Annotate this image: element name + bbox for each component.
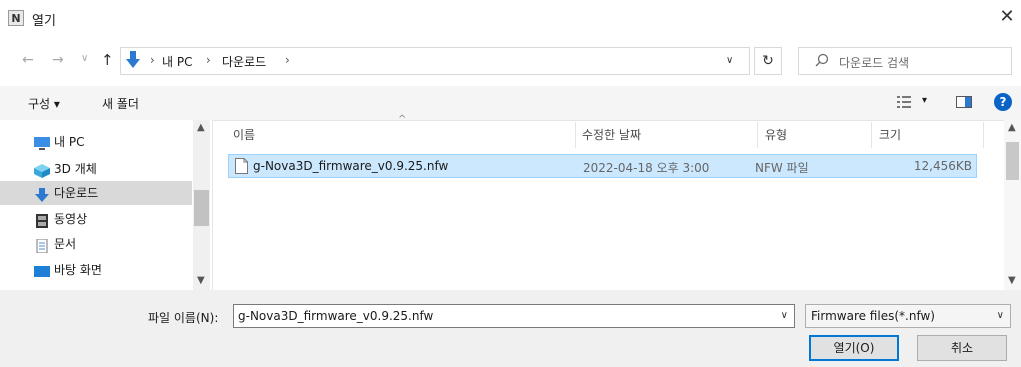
sidebar-item-downloads[interactable]: 다운로드 bbox=[0, 181, 192, 205]
search-placeholder: 다운로드 검색 bbox=[839, 56, 910, 70]
search-icon bbox=[815, 53, 829, 70]
file-icon bbox=[235, 158, 248, 177]
forward-arrow-icon[interactable]: → bbox=[52, 52, 64, 68]
sidebar-item-documents[interactable]: 문서 bbox=[0, 232, 192, 256]
view-options-icon[interactable] bbox=[897, 96, 911, 108]
filename-label: 파일 이름(N): bbox=[148, 311, 219, 325]
desktop-icon bbox=[34, 263, 50, 277]
toolbar bbox=[0, 86, 1021, 121]
up-arrow-icon[interactable]: ↑ bbox=[101, 51, 114, 69]
column-header-size[interactable]: 크기 bbox=[879, 122, 901, 148]
download-arrow-icon bbox=[34, 186, 50, 202]
column-divider[interactable] bbox=[871, 122, 872, 148]
filetype-select[interactable]: Firmware files(*.nfw) ∨ bbox=[805, 304, 1011, 328]
sidebar-item-label: 바탕 화면 bbox=[54, 263, 102, 277]
sidebar-item-label: 다운로드 bbox=[54, 186, 99, 200]
help-icon[interactable]: ? bbox=[994, 93, 1012, 111]
document-icon bbox=[34, 237, 50, 254]
column-header-type[interactable]: 유형 bbox=[765, 122, 787, 148]
view-dropdown-icon[interactable]: ▾ bbox=[922, 95, 927, 106]
file-row[interactable]: g-Nova3D_firmware_v0.9.25.nfw 2022-04-18… bbox=[228, 154, 977, 178]
scroll-thumb[interactable] bbox=[194, 190, 209, 226]
column-divider[interactable] bbox=[757, 122, 758, 148]
breadcrumb-downloads[interactable]: 다운로드 bbox=[222, 53, 266, 70]
scroll-up-icon[interactable]: ▲ bbox=[1008, 122, 1016, 133]
scroll-down-icon[interactable]: ▼ bbox=[1008, 275, 1016, 286]
organize-button[interactable]: 구성 ▾ bbox=[28, 95, 60, 112]
scroll-up-icon[interactable]: ▲ bbox=[197, 122, 205, 133]
file-size: 12,456KB bbox=[913, 159, 972, 173]
filename-value: g-Nova3D_firmware_v0.9.25.nfw bbox=[238, 309, 434, 323]
address-dropdown-icon[interactable]: ∨ bbox=[726, 55, 733, 66]
downloads-arrow-icon bbox=[126, 51, 140, 69]
filename-input[interactable]: g-Nova3D_firmware_v0.9.25.nfw ∨ bbox=[233, 304, 795, 328]
sort-arrow-icon: ^ bbox=[398, 114, 407, 125]
sidebar-item-label: 3D 개체 bbox=[54, 162, 97, 176]
refresh-icon[interactable]: ↻ bbox=[754, 47, 782, 75]
column-divider[interactable] bbox=[983, 122, 984, 148]
sidebar-item-videos[interactable]: 동영상 bbox=[0, 207, 192, 231]
filetype-value: Firmware files(*.nfw) bbox=[811, 309, 935, 323]
film-icon bbox=[34, 212, 50, 228]
cancel-button[interactable]: 취소 bbox=[917, 335, 1007, 361]
file-name: g-Nova3D_firmware_v0.9.25.nfw bbox=[253, 159, 449, 173]
recent-locations-icon[interactable]: ∨ bbox=[81, 53, 88, 64]
breadcrumb-separator: › bbox=[150, 53, 155, 67]
sidebar-item-label: 문서 bbox=[54, 237, 77, 251]
breadcrumb-separator[interactable]: › bbox=[285, 53, 290, 67]
column-divider[interactable] bbox=[575, 122, 576, 148]
breadcrumb-this-pc[interactable]: 내 PC bbox=[162, 53, 192, 70]
computer-icon bbox=[34, 135, 50, 150]
column-header-name[interactable]: 이름 bbox=[233, 122, 255, 148]
scroll-thumb[interactable] bbox=[1006, 142, 1019, 180]
close-icon[interactable]: ✕ bbox=[996, 6, 1018, 28]
preview-pane-icon[interactable] bbox=[956, 96, 972, 108]
3d-cube-icon bbox=[34, 162, 50, 178]
breadcrumb-separator: › bbox=[206, 53, 211, 67]
open-button[interactable]: 열기(O) bbox=[809, 335, 899, 361]
column-header-date[interactable]: 수정한 날짜 bbox=[582, 122, 641, 148]
file-date: 2022-04-18 오후 3:00 bbox=[583, 161, 710, 175]
list-scrollbar[interactable]: ▲ ▼ bbox=[1004, 120, 1021, 290]
file-type: NFW 파일 bbox=[755, 161, 809, 175]
search-box[interactable]: 다운로드 검색 bbox=[798, 47, 1012, 75]
sidebar-item-label: 동영상 bbox=[54, 212, 88, 226]
filename-dropdown-icon[interactable]: ∨ bbox=[781, 310, 788, 321]
address-bar[interactable] bbox=[120, 47, 750, 75]
sidebar-item-desktop[interactable]: 바탕 화면 bbox=[0, 258, 192, 282]
scroll-down-icon[interactable]: ▼ bbox=[197, 275, 205, 286]
sidebar-item-3d-objects[interactable]: 3D 개체 bbox=[0, 157, 192, 181]
title-bar: N 열기 ✕ bbox=[0, 0, 1021, 38]
back-arrow-icon[interactable]: ← bbox=[22, 52, 34, 68]
sidebar-item-label: 내 PC bbox=[54, 135, 85, 149]
filetype-dropdown-icon[interactable]: ∨ bbox=[997, 310, 1004, 321]
sidebar-item-this-pc[interactable]: 내 PC bbox=[0, 130, 192, 154]
window-title: 열기 bbox=[32, 14, 56, 29]
new-folder-button[interactable]: 새 폴더 bbox=[102, 95, 139, 112]
app-icon: N bbox=[8, 10, 24, 26]
nav-scrollbar[interactable]: ▲ ▼ bbox=[193, 120, 210, 290]
